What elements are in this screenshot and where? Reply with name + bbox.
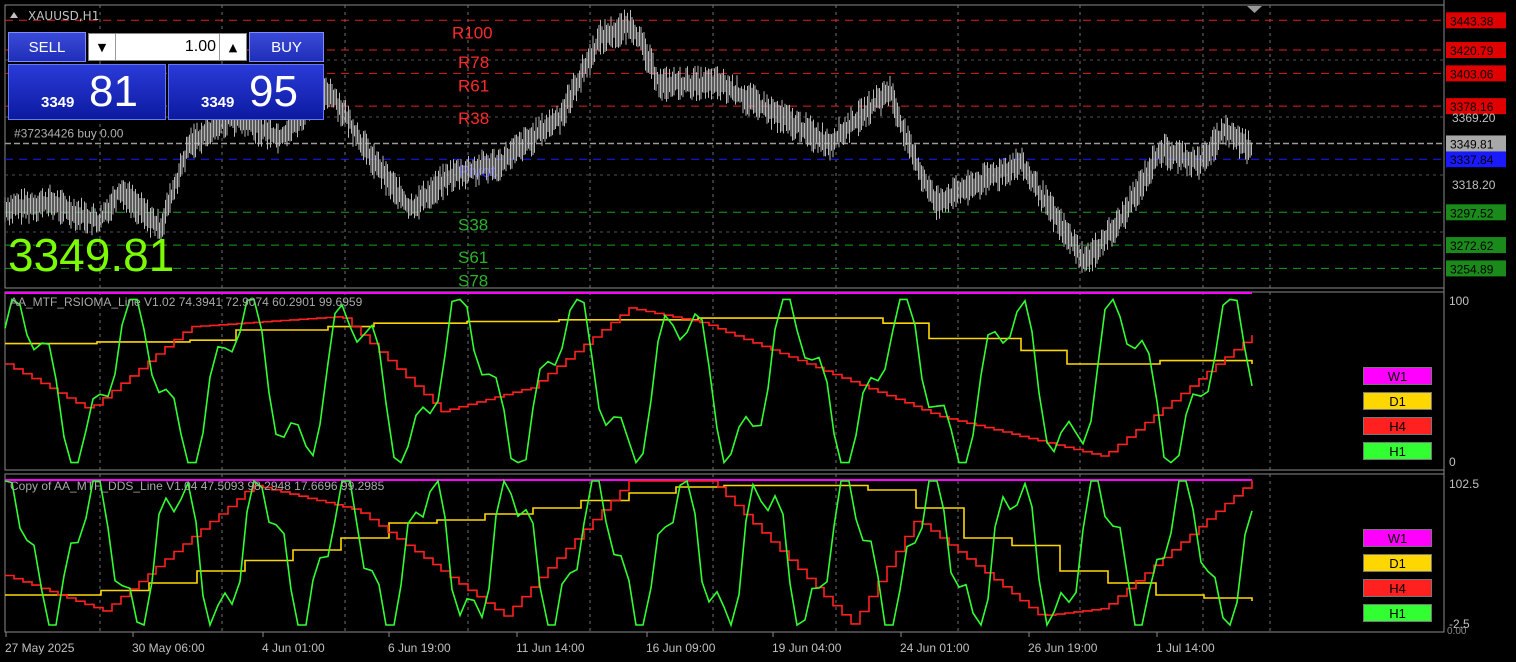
legend-h1: H1 — [1363, 604, 1432, 622]
current-price-display: 3349.81 — [8, 229, 175, 281]
legend-h1: H1 — [1363, 442, 1432, 460]
legend-d1: D1 — [1363, 554, 1432, 572]
dds-axis-unit: 0.00 — [1447, 626, 1467, 637]
legend-w1: W1 — [1363, 529, 1432, 547]
bid-price-button[interactable]: 3349 81 — [8, 64, 166, 120]
symbol-title: XAUUSD,H1 — [28, 9, 99, 23]
collapse-icon[interactable] — [10, 12, 18, 18]
level-label: S61 — [458, 248, 488, 267]
legend-w1: W1 — [1363, 367, 1432, 385]
level-label: S38 — [458, 215, 488, 234]
rsioma-axis-top: 100 — [1449, 294, 1469, 308]
level-price-text: 3443.38 — [1450, 14, 1494, 28]
dds-label: Copy of AA_MTF_DDS_Line V1.04 47.5093 98… — [10, 479, 385, 493]
rsioma-label: AA_MTF_RSIOMA_Line V1.02 74.3941 72.9074… — [10, 295, 363, 309]
bid-price-minor: 81 — [89, 67, 138, 116]
level-price-text: 3297.52 — [1450, 206, 1494, 220]
current-price-text: 3349.81 — [1450, 137, 1494, 151]
time-tick: 24 Jun 01:00 — [900, 641, 970, 655]
h1-line — [4, 478, 1253, 628]
dds-indicator — [4, 478, 1253, 628]
legend-d1: D1 — [1363, 392, 1432, 410]
one-click-trading-panel: SELL ▼ 1.00 ▲ BUY 3349 81 3349 95 — [8, 32, 324, 120]
time-tick: 11 Jun 14:00 — [516, 641, 585, 655]
level-price-text: 3272.62 — [1450, 239, 1494, 253]
bid-price-major: 3349 — [41, 94, 75, 111]
time-tick: 27 May 2025 — [5, 641, 75, 655]
ask-price-major: 3349 — [201, 94, 235, 111]
buy-button[interactable]: BUY — [249, 32, 324, 62]
time-tick: 6 Jun 19:00 — [388, 641, 451, 655]
d1-line — [5, 317, 1253, 365]
price-tick: 3369.20 — [1452, 111, 1496, 125]
ask-price-button[interactable]: 3349 95 — [168, 64, 324, 120]
ask-price-minor: 95 — [249, 67, 298, 116]
level-price-text: 3420.79 — [1450, 44, 1494, 58]
time-tick: 1 Jul 14:00 — [1156, 641, 1215, 655]
time-tick: 16 Jun 09:00 — [646, 641, 716, 655]
level-price-text: 3337.84 — [1450, 153, 1494, 167]
level-price-text: 3254.89 — [1450, 262, 1494, 276]
order-label: #37234426 buy 0.00 — [14, 126, 124, 140]
level-price-text: 3403.06 — [1450, 67, 1494, 81]
level-label: R38 — [458, 109, 489, 128]
legend-h4: H4 — [1363, 417, 1432, 435]
lot-size-value[interactable]: 1.00 — [185, 38, 216, 56]
dds-axis-top: 102.5 — [1449, 477, 1479, 491]
shift-marker-icon[interactable] — [1247, 6, 1262, 13]
h4-line — [5, 307, 1253, 457]
time-tick: 26 Jun 19:00 — [1028, 641, 1098, 655]
level-label: R61 — [458, 76, 489, 95]
time-tick: 4 Jun 01:00 — [262, 641, 325, 655]
time-tick: 30 May 06:00 — [132, 641, 205, 655]
level-label: S78 — [458, 271, 488, 290]
sell-button[interactable]: SELL — [8, 32, 86, 62]
level-label: R100 — [452, 23, 493, 42]
legend-h4: H4 — [1363, 579, 1432, 597]
price-tick: 3318.20 — [1452, 178, 1496, 192]
time-tick: 19 Jun 04:00 — [772, 641, 842, 655]
rsioma-axis-bottom: 0 — [1449, 455, 1456, 469]
lot-decrease-icon[interactable]: ▼ — [89, 34, 116, 60]
lot-increase-icon[interactable]: ▲ — [219, 34, 246, 60]
rsioma-indicator — [4, 292, 1253, 465]
level-label: R78 — [458, 53, 489, 72]
lot-size-field[interactable]: ▼ 1.00 ▲ — [88, 33, 247, 61]
h1-line — [4, 297, 1253, 465]
